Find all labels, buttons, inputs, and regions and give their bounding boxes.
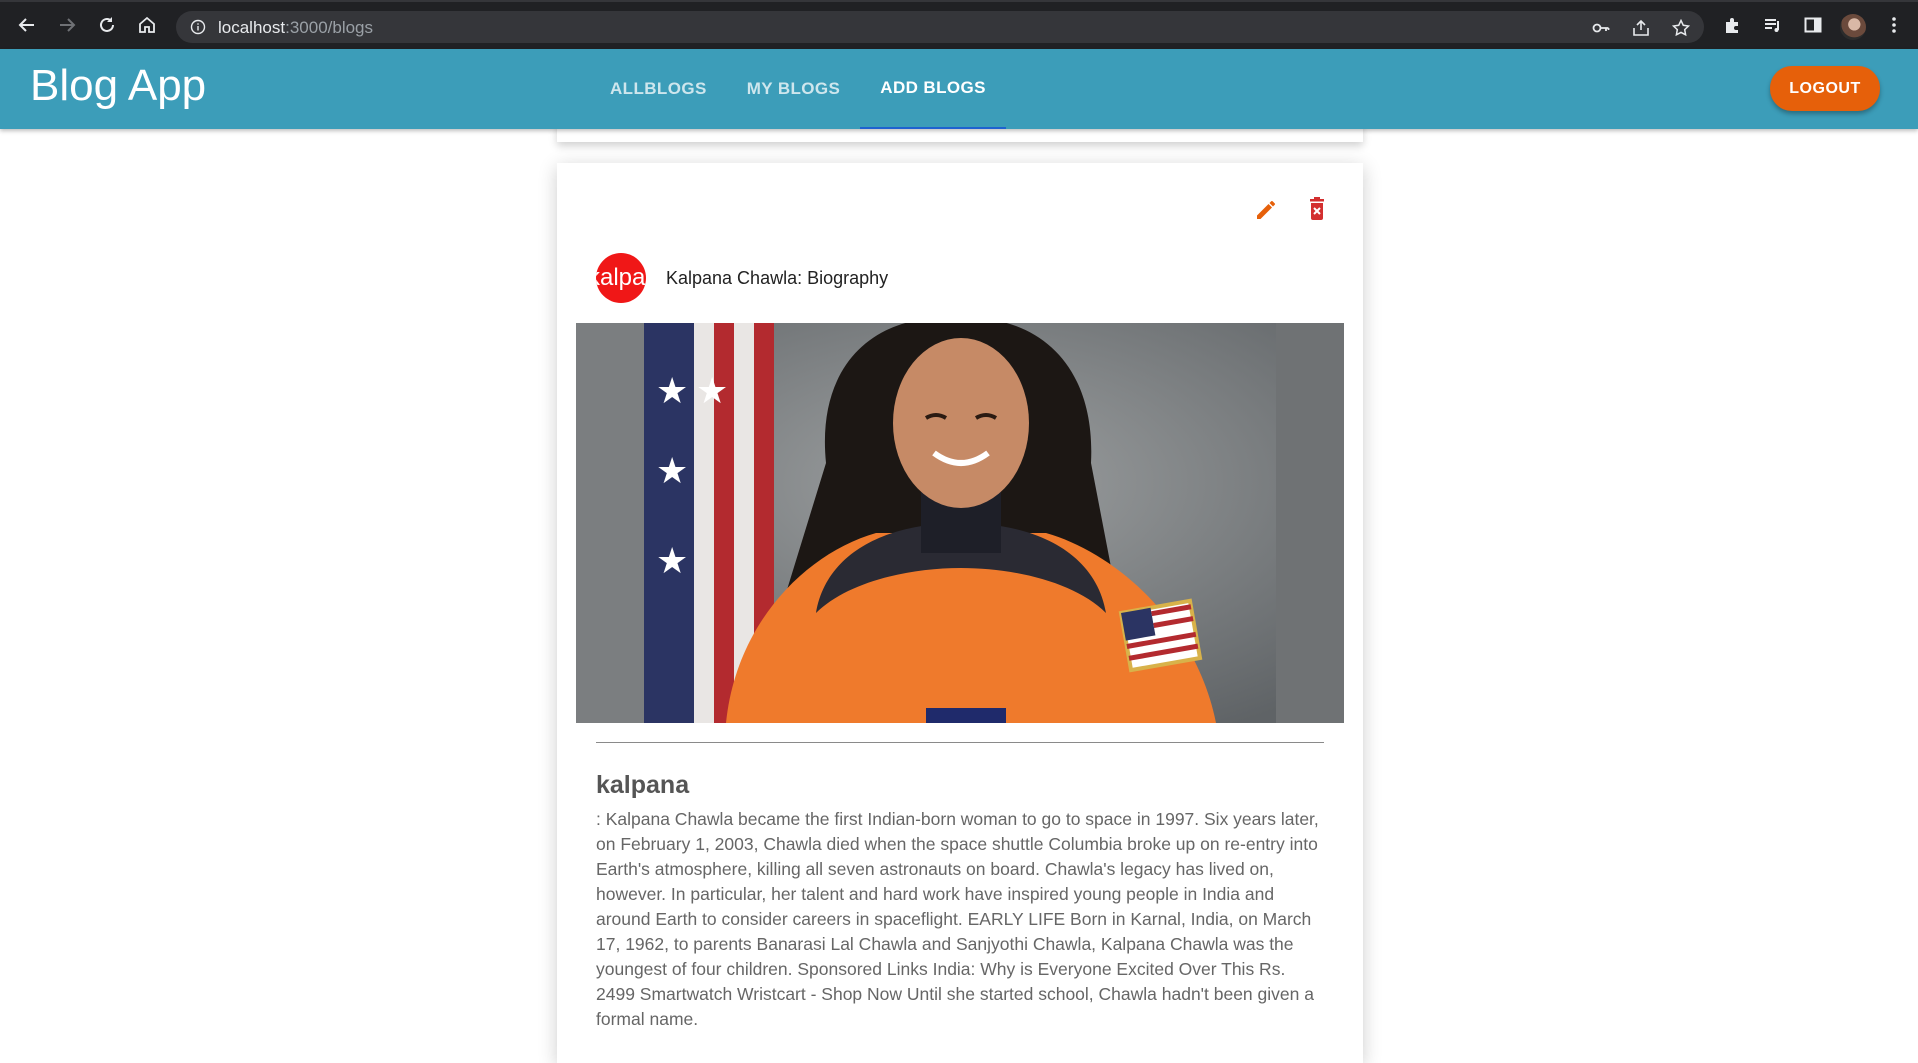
browser-toolbar: localhost:3000/blogs [0, 0, 1918, 49]
blog-card: kalpana Kalpana Chawla: Biography ★ ★ ★ … [557, 163, 1363, 1063]
svg-text:★: ★ [656, 451, 688, 492]
svg-text:★: ★ [656, 541, 688, 582]
card-title: Kalpana Chawla: Biography [666, 268, 889, 288]
avatar-text: kalpana [596, 264, 646, 291]
tab-allblogs[interactable]: ALLBLOGS [590, 49, 727, 129]
key-icon[interactable] [1592, 19, 1610, 37]
url-text: localhost:3000/blogs [218, 18, 373, 38]
url-host: localhost [218, 18, 286, 37]
post-body: : Kalpana Chawla became the first Indian… [596, 809, 1319, 1029]
forward-icon[interactable] [55, 13, 79, 37]
back-icon[interactable] [15, 13, 39, 37]
blog-image: ★ ★ ★ ★ [576, 323, 1344, 723]
url-path: :3000/blogs [285, 18, 374, 37]
astronaut-portrait: ★ ★ ★ ★ [576, 323, 1344, 723]
app-brand: Blog App [30, 61, 207, 110]
trash-x-icon[interactable] [1301, 193, 1333, 225]
side-panel-icon[interactable] [1803, 15, 1823, 35]
app-header: Blog App ALLBLOGS MY BLOGS ADD BLOGS LOG… [0, 49, 1918, 129]
extensions-icon[interactable] [1723, 15, 1743, 35]
post-heading: kalpana [596, 771, 690, 799]
avatar: kalpana [596, 253, 646, 303]
tab-add-blogs[interactable]: ADD BLOGS [860, 49, 1006, 129]
svg-text:★: ★ [696, 371, 728, 412]
share-icon[interactable] [1632, 19, 1650, 37]
nav-tabs: ALLBLOGS MY BLOGS ADD BLOGS [590, 49, 1006, 129]
pencil-icon[interactable] [1251, 193, 1283, 225]
site-info-icon[interactable] [190, 19, 206, 35]
kebab-menu-icon[interactable] [1884, 15, 1904, 35]
reading-list-icon[interactable] [1763, 15, 1783, 35]
home-icon[interactable] [135, 13, 159, 37]
tab-my-blogs[interactable]: MY BLOGS [727, 49, 861, 129]
address-bar[interactable]: localhost:3000/blogs [176, 11, 1704, 43]
profile-avatar[interactable] [1840, 14, 1866, 40]
divider [596, 742, 1324, 743]
svg-text:★: ★ [656, 371, 688, 412]
logout-button[interactable]: LOGOUT [1770, 66, 1880, 111]
reload-icon[interactable] [95, 13, 119, 37]
bookmark-star-icon[interactable] [1671, 18, 1691, 37]
